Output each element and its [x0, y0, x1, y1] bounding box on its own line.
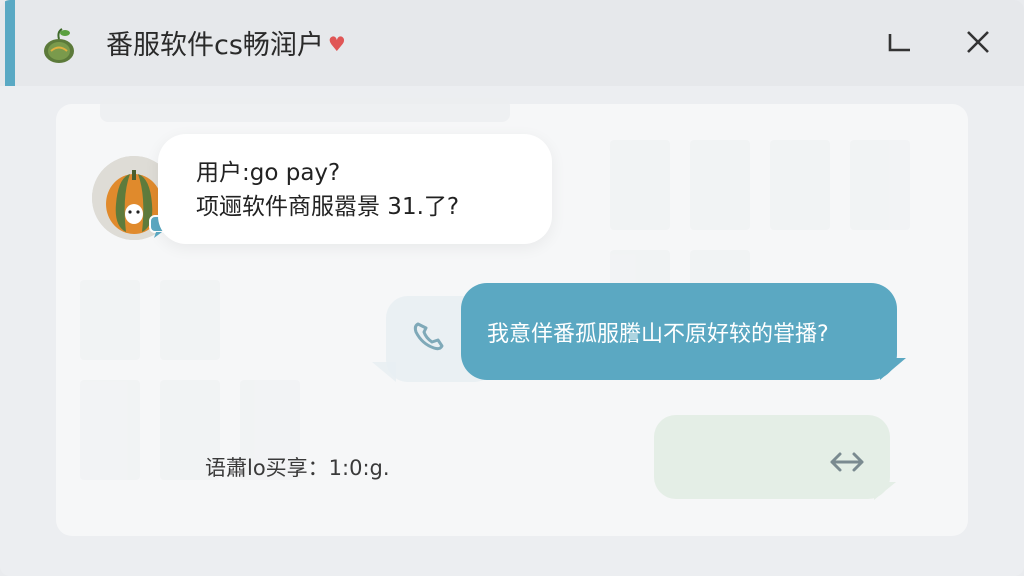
incoming-message-bubble[interactable]: 用户:go pay? 项逦软件商服嚣景 31.了?	[158, 134, 552, 244]
status-text: 语蕭lo买享：1:0:g.	[205, 456, 390, 480]
incoming-message-line-2: 项逦软件商服嚣景 31.了?	[196, 194, 460, 220]
minimize-button[interactable]	[880, 22, 920, 62]
chat-window: 番服软件cs畅润户 ♥ 用户:go pay? 项逦软件商服嚣景 31.了? 我意…	[0, 0, 1024, 576]
accent-strip	[5, 0, 15, 86]
close-button[interactable]	[958, 22, 998, 62]
outgoing-message-text: 我意佯番孤服謄山不原好较的甞播?	[487, 321, 829, 347]
outgoing-message-bubble[interactable]: 我意佯番孤服謄山不原好较的甞播?	[461, 283, 897, 380]
swap-arrows-icon[interactable]	[826, 446, 868, 478]
minimize-icon	[888, 34, 910, 52]
outgoing-bubble-tail	[880, 358, 906, 380]
phone-icon[interactable]	[410, 318, 450, 354]
faded-call-bubble-tail	[372, 362, 396, 382]
pending-bubble-tail	[874, 482, 896, 500]
window-title: 番服软件cs畅润户 ♥	[106, 24, 346, 64]
heart-icon: ♥	[327, 32, 346, 56]
window-title-text: 番服软件cs畅润户	[106, 30, 324, 61]
faded-header-bar	[100, 98, 510, 122]
melon-icon	[44, 28, 74, 63]
close-icon	[967, 31, 989, 53]
incoming-message-line-1: 用户:go pay?	[196, 160, 341, 186]
